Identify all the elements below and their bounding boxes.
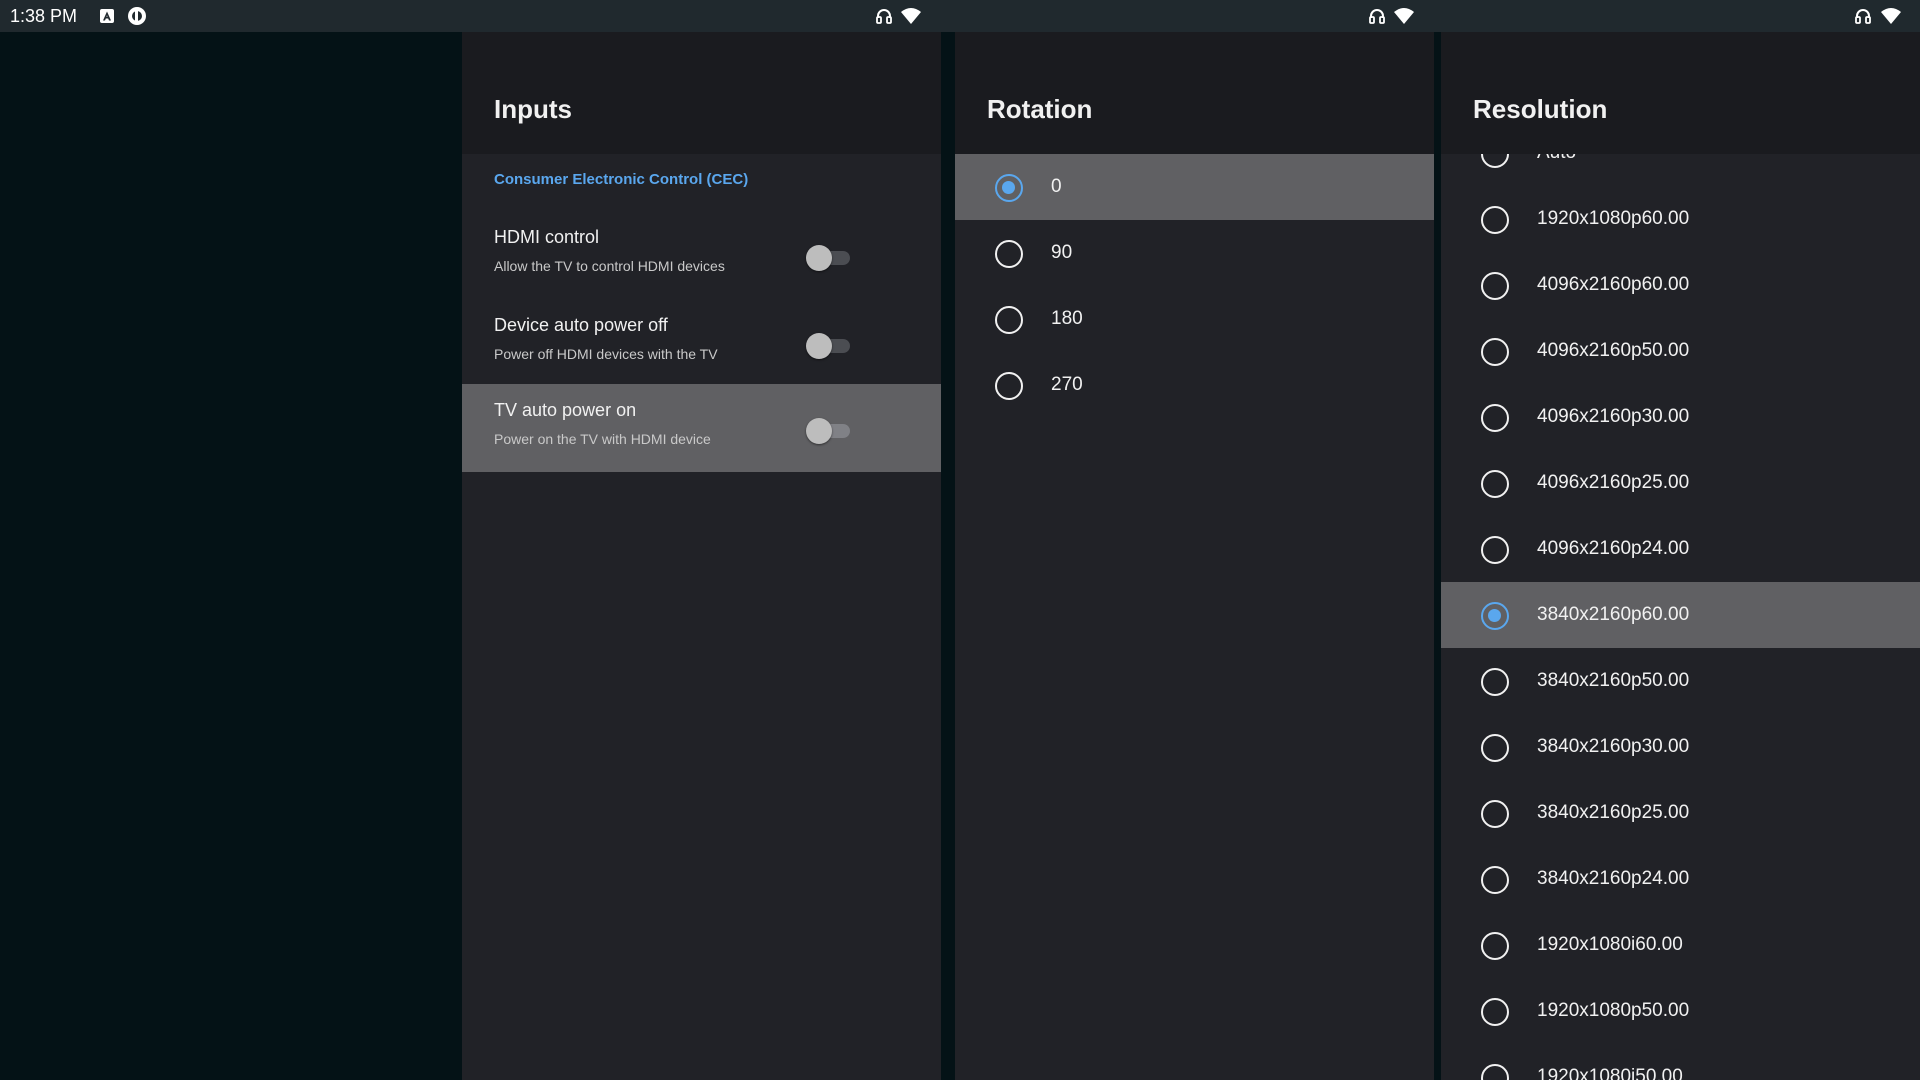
radio-unchecked-icon[interactable]: [995, 372, 1023, 400]
resolution-option-3840x2160p24-00[interactable]: 3840x2160p24.00: [1441, 846, 1920, 912]
resolution-option-4096x2160p24-00[interactable]: 4096x2160p24.00: [1441, 516, 1920, 582]
rotation-option-90[interactable]: 90: [955, 220, 1434, 286]
a-notification-icon: [100, 9, 114, 23]
radio-unchecked-icon[interactable]: [1481, 998, 1509, 1026]
radio-unchecked-icon[interactable]: [1481, 470, 1509, 498]
resolution-option-label: 1920x1080i50.00: [1537, 1066, 1683, 1080]
status-bar: 1:38 PM: [0, 0, 1920, 32]
resolution-option-label: 3840x2160p24.00: [1537, 868, 1690, 889]
inputs-panel: Inputs Consumer Electronic Control (CEC)…: [462, 32, 941, 1080]
rotation-option-0[interactable]: 0: [955, 154, 1434, 220]
inputs-panel-title: Inputs: [494, 94, 572, 124]
radio-unchecked-icon[interactable]: [1481, 668, 1509, 696]
resolution-option-4096x2160p30-00[interactable]: 4096x2160p30.00: [1441, 384, 1920, 450]
resolution-option-1920x1080i50-00[interactable]: 1920x1080i50.00: [1441, 1044, 1920, 1080]
tv-auto-power-on-switch[interactable]: [806, 418, 852, 444]
resolution-option-4096x2160p50-00[interactable]: 4096x2160p50.00: [1441, 318, 1920, 384]
resolution-option-label: 1920x1080i60.00: [1537, 934, 1683, 955]
status-time: 1:38 PM: [10, 6, 78, 26]
radio-unchecked-icon[interactable]: [1481, 932, 1509, 960]
hdmi-control-row[interactable]: HDMI control Allow the TV to control HDM…: [462, 211, 941, 299]
tv-auto-power-on-row[interactable]: TV auto power on Power on the TV with HD…: [462, 384, 941, 472]
resolution-option-1920x1080i60-00[interactable]: 1920x1080i60.00: [1441, 912, 1920, 978]
radio-unchecked-icon[interactable]: [1481, 866, 1509, 894]
device-auto-power-off-title: Device auto power off: [494, 315, 668, 335]
rotation-panel-header: Rotation: [955, 32, 1434, 154]
cec-section-label: Consumer Electronic Control (CEC): [494, 171, 749, 188]
radio-unchecked-icon[interactable]: [1481, 338, 1509, 366]
resolution-option-label: 1920x1080p60.00: [1537, 208, 1690, 229]
resolution-option-label: 4096x2160p30.00: [1537, 406, 1690, 427]
resolution-option-label: 3840x2160p60.00: [1537, 604, 1690, 625]
radio-unchecked-icon[interactable]: [1481, 404, 1509, 432]
resolution-panel: Auto1920x1080p60.004096x2160p60.004096x2…: [1441, 32, 1920, 1080]
device-auto-power-off-row[interactable]: Device auto power off Power off HDMI dev…: [462, 299, 941, 387]
hdmi-control-subtitle: Allow the TV to control HDMI devices: [494, 258, 725, 274]
rotation-option-label: 90: [1051, 242, 1073, 263]
resolution-option-label: 1920x1080p50.00: [1537, 1000, 1690, 1021]
resolution-option-label: 4096x2160p24.00: [1537, 538, 1690, 559]
wifi-icon: [1394, 8, 1414, 24]
device-auto-power-off-subtitle: Power off HDMI devices with the TV: [494, 346, 718, 362]
resolution-option-label: 4096x2160p25.00: [1537, 472, 1690, 493]
resolution-option-3840x2160p60-00[interactable]: 3840x2160p60.00: [1441, 582, 1920, 648]
rotation-panel-title: Rotation: [987, 94, 1093, 124]
tv-auto-power-on-subtitle: Power on the TV with HDMI device: [494, 431, 711, 447]
inputs-panel-header: Inputs: [462, 32, 941, 154]
resolution-option-4096x2160p60-00[interactable]: 4096x2160p60.00: [1441, 252, 1920, 318]
tv-auto-power-on-title: TV auto power on: [494, 400, 637, 420]
radio-unchecked-icon[interactable]: [1481, 272, 1509, 300]
rotation-option-270[interactable]: 270: [955, 352, 1434, 418]
wifi-icon: [1881, 8, 1901, 24]
rotation-option-label: 180: [1051, 308, 1083, 329]
resolution-option-label: 3840x2160p25.00: [1537, 802, 1690, 823]
resolution-option-3840x2160p30-00[interactable]: 3840x2160p30.00: [1441, 714, 1920, 780]
radio-unchecked-icon[interactable]: [1481, 800, 1509, 828]
resolution-option-1920x1080p60-00[interactable]: 1920x1080p60.00: [1441, 186, 1920, 252]
hdmi-control-switch[interactable]: [806, 245, 852, 271]
rotation-option-label: 0: [1051, 176, 1062, 197]
device-auto-power-off-switch[interactable]: [806, 333, 852, 359]
radio-unchecked-icon[interactable]: [1481, 734, 1509, 762]
rotation-option-180[interactable]: 180: [955, 286, 1434, 352]
resolution-option-3840x2160p50-00[interactable]: 3840x2160p50.00: [1441, 648, 1920, 714]
radio-unchecked-icon[interactable]: [995, 240, 1023, 268]
rotation-panel: Rotation 0 90 180 270: [955, 32, 1434, 1080]
hdmi-control-title: HDMI control: [494, 227, 600, 247]
app-notification-icon: [128, 7, 146, 25]
headset-icon: [876, 9, 892, 24]
resolution-option-label: 3840x2160p30.00: [1537, 736, 1690, 757]
wifi-icon: [901, 8, 921, 24]
radio-unchecked-icon[interactable]: [1481, 536, 1509, 564]
radio-checked-icon[interactable]: [995, 174, 1023, 202]
resolution-option-3840x2160p25-00[interactable]: 3840x2160p25.00: [1441, 780, 1920, 846]
headset-icon: [1369, 9, 1385, 24]
radio-unchecked-icon[interactable]: [995, 306, 1023, 334]
headset-icon: [1855, 9, 1871, 24]
resolution-option-label: 4096x2160p60.00: [1537, 274, 1690, 295]
resolution-option-label: 4096x2160p50.00: [1537, 340, 1690, 361]
radio-unchecked-icon[interactable]: [1481, 206, 1509, 234]
resolution-option-1920x1080p50-00[interactable]: 1920x1080p50.00: [1441, 978, 1920, 1044]
radio-checked-icon[interactable]: [1481, 602, 1509, 630]
resolution-option-4096x2160p25-00[interactable]: 4096x2160p25.00: [1441, 450, 1920, 516]
resolution-panel-header: Resolution: [1441, 32, 1920, 154]
resolution-panel-title: Resolution: [1473, 94, 1608, 124]
radio-unchecked-icon[interactable]: [1481, 1064, 1509, 1080]
rotation-option-label: 270: [1051, 374, 1083, 395]
resolution-option-label: 3840x2160p50.00: [1537, 670, 1690, 691]
